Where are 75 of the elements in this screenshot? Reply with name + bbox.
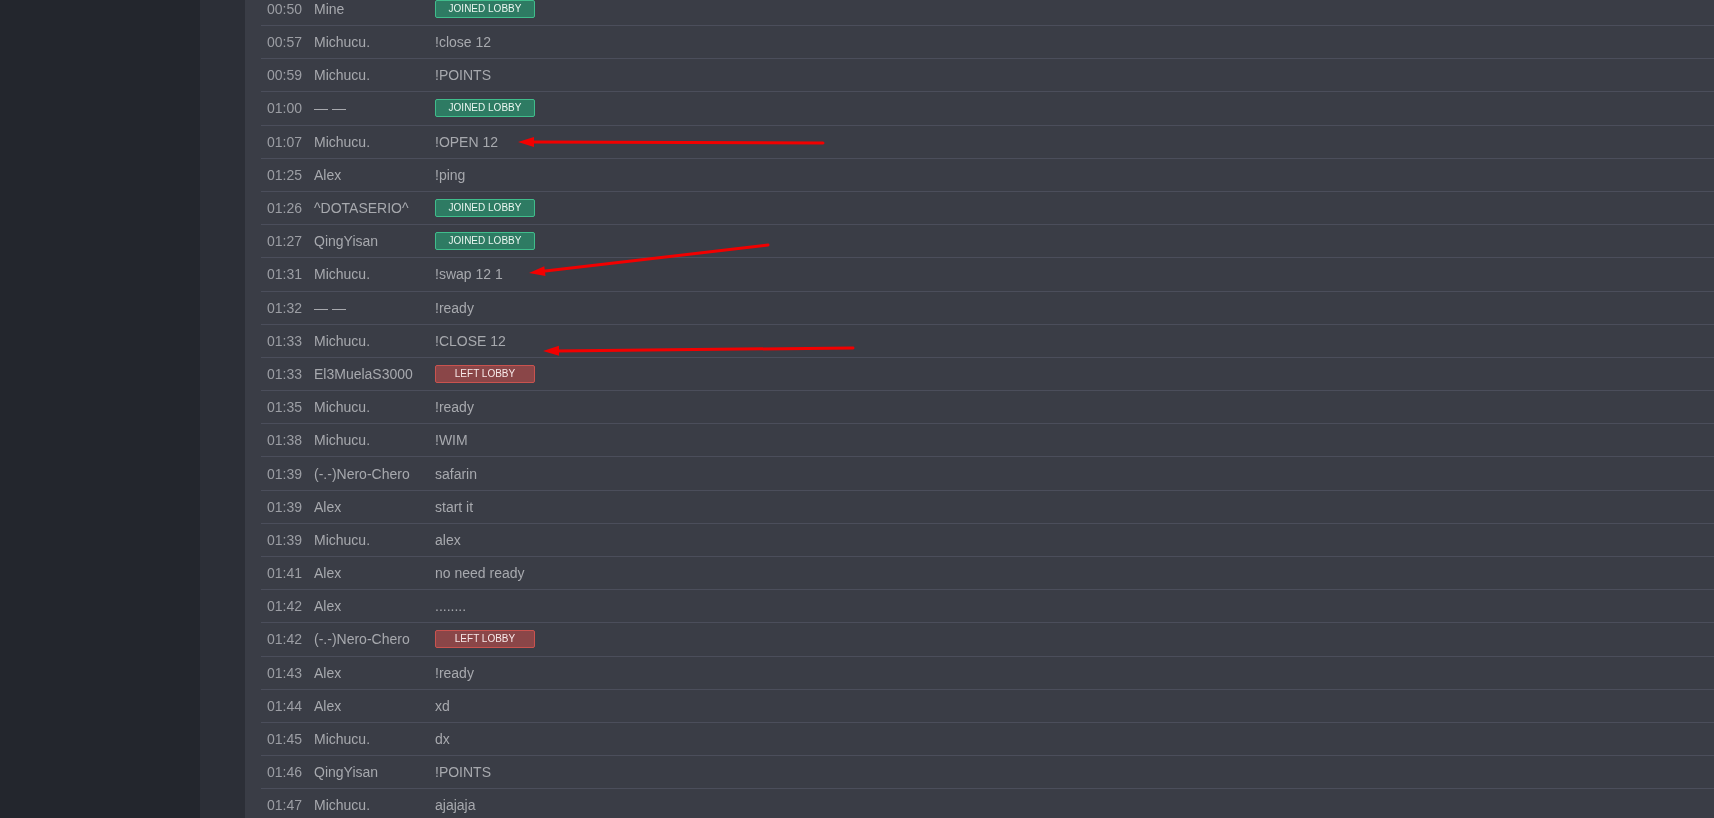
chat-message: no need ready [435,565,525,582]
player-name: — — [314,299,347,316]
player-name: Michucu. [314,34,372,51]
player-name: QingYisan [314,764,380,781]
player-name: Michucu. [314,731,372,748]
timestamp: 01:00 [267,100,304,117]
chat-message: ........ [435,598,467,615]
chat-message: !OPEN 12 [435,133,499,150]
lobby-status-badge: LEFT LOBBY [435,630,535,649]
player-name: El3MuelaS3000 [314,365,414,382]
timestamp: 00:59 [267,67,304,84]
player-name: Alex [314,565,343,582]
player-name: Michucu. [314,332,372,349]
timestamp: 01:35 [267,399,304,416]
player-name: Alex [314,697,343,714]
timestamp: 01:46 [267,764,304,781]
timestamp: 01:45 [267,731,304,748]
timestamp: 01:42 [267,598,304,615]
timestamp: 01:39 [267,465,304,482]
player-name: Michucu. [314,797,372,814]
chat-message: !CLOSE 12 [435,332,506,349]
timestamp: 01:39 [267,498,304,515]
timestamp: 01:47 [267,797,304,814]
player-name: Alex [314,166,343,183]
chat-message: !WIM [435,432,468,449]
timestamp: 01:27 [267,233,304,250]
player-name: Alex [314,598,343,615]
chat-message: alex [435,531,461,548]
player-name: Michucu. [314,432,372,449]
player-name: — — [314,100,347,117]
chat-message: start it [435,498,474,515]
timestamp: 01:38 [267,432,304,449]
lobby-status-badge: JOINED LOBBY [435,199,535,218]
chat-message: xd [435,697,450,714]
timestamp: 01:33 [267,365,304,382]
chat-message: !POINTS [435,764,491,781]
timestamp: 01:32 [267,299,304,316]
lobby-status-badge: JOINED LOBBY [435,99,535,118]
player-name: (-.-)Nero-Chero [314,631,411,648]
timestamp: 01:07 [267,133,304,150]
player-name: Michucu. [314,266,372,283]
chat-message: ajajaja [435,797,476,814]
lobby-status-badge: LEFT LOBBY [435,364,535,383]
player-name: QingYisan [314,233,380,250]
chat-message: !close 12 [435,34,492,51]
player-name: (-.-)Nero-Chero [314,465,411,482]
timestamp: 01:43 [267,664,304,681]
timestamp: 01:44 [267,697,304,714]
chat-message: !ready [435,664,474,681]
player-name: Mine [314,0,346,17]
timestamp: 01:42 [267,631,304,648]
chat-message: !ping [435,166,466,183]
timestamp: 00:50 [267,0,304,17]
timestamp: 01:39 [267,531,304,548]
chat-message: dx [435,731,450,748]
chat-message: safarin [435,465,478,482]
chat-message: !ready [435,399,474,416]
timestamp: 00:57 [267,34,304,51]
player-name: Michucu. [314,133,372,150]
player-name: Michucu. [314,531,372,548]
player-name: Alex [314,498,343,515]
lobby-status-badge: JOINED LOBBY [435,232,535,251]
player-name: Michucu. [314,399,372,416]
timestamp: 01:33 [267,332,304,349]
timestamp: 01:31 [267,266,304,283]
chat-message: !ready [435,299,474,316]
player-name: Michucu. [314,67,372,84]
lobby-status-badge: JOINED LOBBY [435,0,535,18]
chat-message: !swap 12 1 [435,266,503,283]
timestamp: 01:41 [267,565,304,582]
player-name: Alex [314,664,343,681]
chat-message: !POINTS [435,67,491,84]
timestamp: 01:25 [267,166,304,183]
timestamp: 01:26 [267,200,304,217]
player-name: ^DOTASERIO^ [314,200,410,217]
